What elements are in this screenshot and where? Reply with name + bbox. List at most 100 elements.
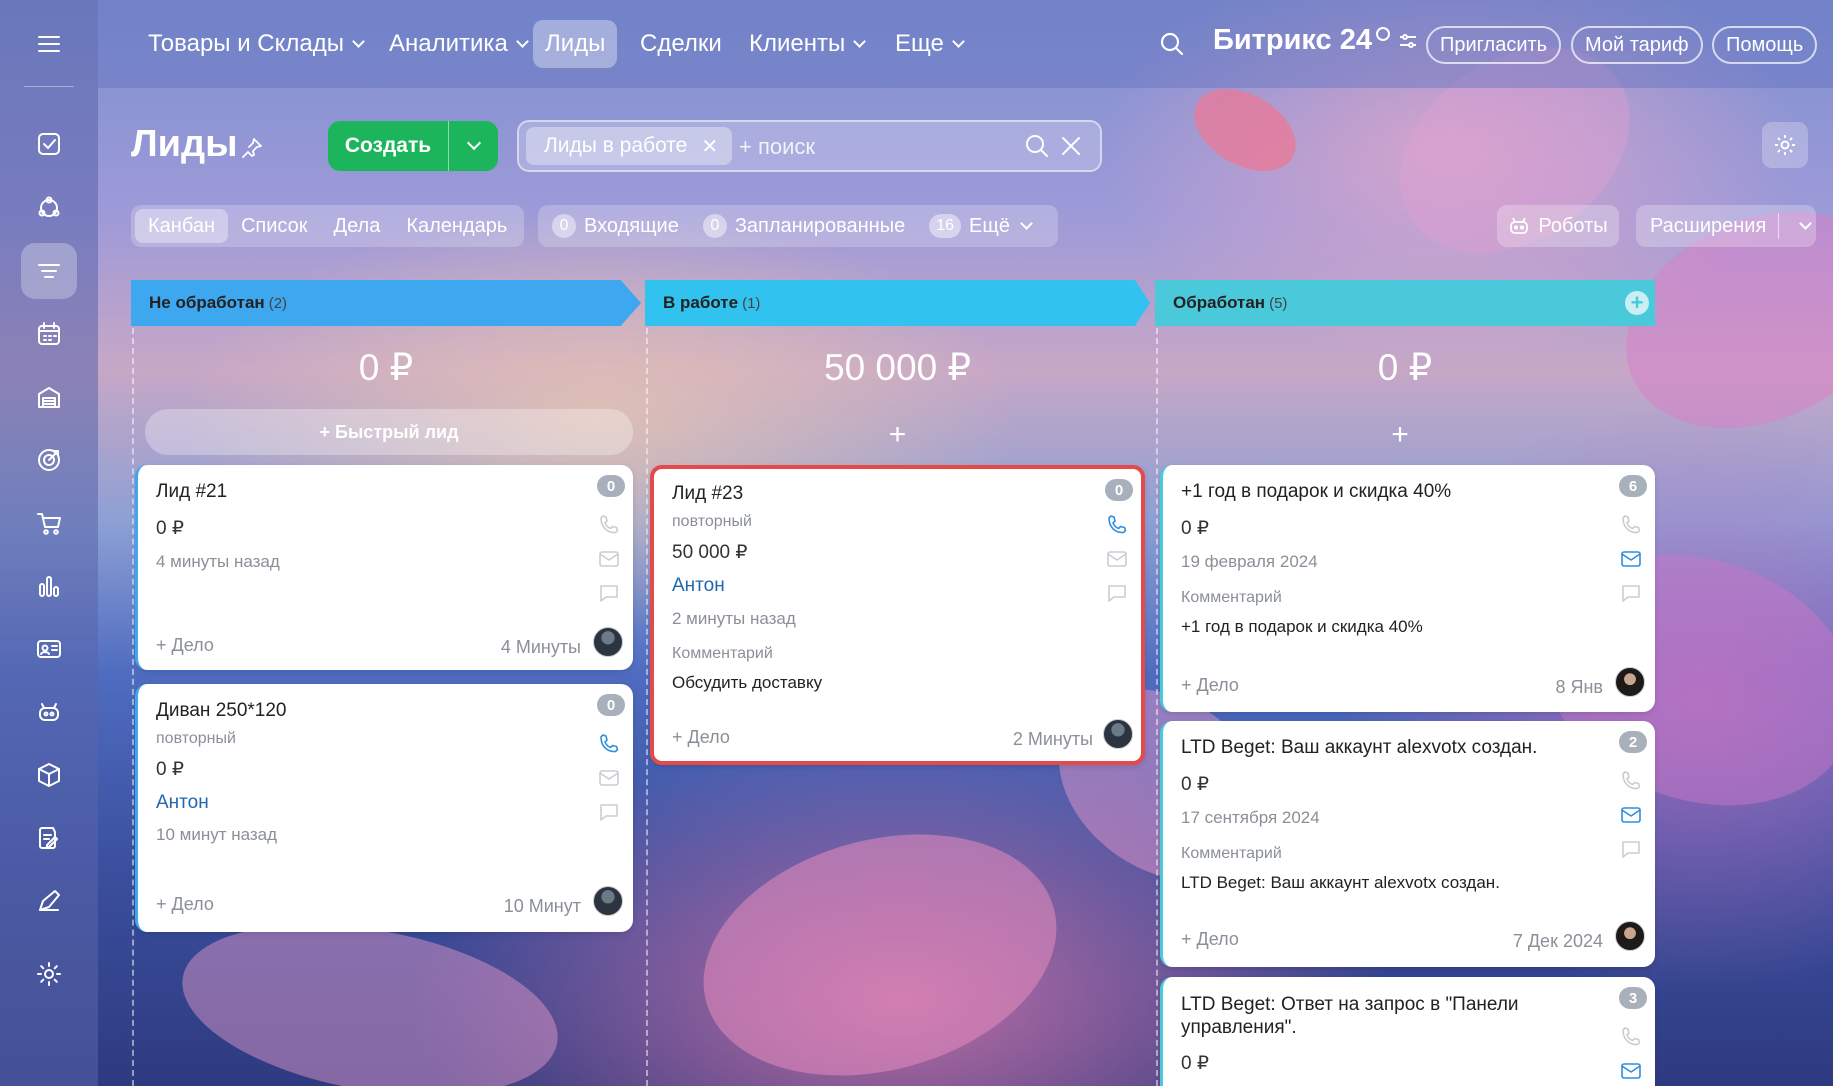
avatar[interactable]: [1615, 667, 1645, 697]
invite-button[interactable]: Пригласить: [1426, 26, 1562, 64]
add-activity-button[interactable]: + Дело: [1181, 675, 1239, 696]
lead-card-beget-request[interactable]: LTD Beget: Ответ на запрос в "Панели упра…: [1160, 977, 1655, 1086]
menu-icon[interactable]: [21, 16, 77, 72]
quick-lead-button[interactable]: + Быстрый лид: [145, 409, 633, 455]
add-lead-in-work-button[interactable]: +: [645, 418, 1150, 452]
filter-search-bar[interactable]: Лиды в работе ✕ + поиск: [517, 120, 1102, 172]
filter-chip-leads-in-work[interactable]: Лиды в работе ✕: [526, 127, 733, 165]
help-button[interactable]: Помощь: [1712, 26, 1818, 64]
add-activity-button[interactable]: + Дело: [672, 727, 730, 748]
search-icon[interactable]: [1159, 31, 1185, 62]
crm-icon[interactable]: [21, 180, 77, 236]
funnel-icon[interactable]: [21, 243, 77, 299]
card-responsible-person[interactable]: Антон: [156, 792, 209, 814]
chat-icon[interactable]: [1105, 581, 1129, 605]
chevron-down-icon[interactable]: [1799, 217, 1813, 230]
search-icon[interactable]: [1024, 133, 1050, 159]
nav-deals[interactable]: Сделки: [628, 20, 734, 68]
avatar[interactable]: [593, 627, 623, 657]
document-sign-icon[interactable]: [21, 810, 77, 866]
card-title[interactable]: LTD Beget: Ответ на запрос в "Панели упра…: [1181, 993, 1519, 1039]
robots-button[interactable]: Роботы: [1497, 205, 1619, 247]
add-activity-button[interactable]: + Дело: [1181, 929, 1239, 950]
settings-gear-icon[interactable]: [1762, 122, 1808, 168]
card-counter-badge: 0: [1105, 479, 1133, 501]
card-title[interactable]: Лид #23: [672, 483, 743, 505]
warehouse-icon[interactable]: [21, 369, 77, 425]
email-icon[interactable]: [597, 547, 621, 571]
my-tariff-button[interactable]: Мой тариф: [1571, 26, 1703, 64]
nav-analytics[interactable]: Аналитика: [377, 20, 539, 68]
phone-icon[interactable]: [1619, 769, 1643, 793]
contact-card-icon[interactable]: [21, 621, 77, 677]
phone-icon[interactable]: [1619, 513, 1643, 537]
card-comment: +1 год в подарок и скидка 40%: [1181, 617, 1423, 636]
nav-more[interactable]: Еще: [883, 20, 975, 68]
email-icon[interactable]: [1619, 1059, 1643, 1083]
email-icon[interactable]: [1619, 547, 1643, 571]
add-activity-button[interactable]: + Дело: [156, 894, 214, 915]
extensions-button[interactable]: Расширения: [1636, 205, 1816, 247]
lead-card-beget-account[interactable]: LTD Beget: Ваш аккаунт alexvotx создан. …: [1160, 721, 1655, 967]
remove-filter-icon[interactable]: ✕: [701, 134, 718, 159]
bitrix24-logo[interactable]: Битрикс 24: [1213, 24, 1418, 57]
card-counter-badge: 3: [1619, 987, 1647, 1009]
cart-icon[interactable]: [21, 495, 77, 551]
phone-icon[interactable]: [1105, 513, 1129, 537]
chat-icon[interactable]: [1619, 581, 1643, 605]
pin-icon[interactable]: [240, 136, 264, 165]
box-icon[interactable]: [21, 747, 77, 803]
tab-kanban[interactable]: Канбан: [135, 209, 228, 243]
card-responsible-person[interactable]: Антон: [672, 575, 725, 597]
card-title[interactable]: Диван 250*120: [156, 700, 287, 722]
pen-icon[interactable]: [21, 873, 77, 929]
lead-card-23[interactable]: Лид #23 повторный 50 000 ₽ Антон 2 минут…: [650, 465, 1145, 765]
avatar[interactable]: [1615, 921, 1645, 951]
nav-leads[interactable]: Лиды: [533, 20, 618, 68]
card-counter-badge: 2: [1619, 731, 1647, 753]
tasks-icon[interactable]: [21, 116, 77, 172]
chat-icon[interactable]: [597, 800, 621, 824]
phone-icon[interactable]: [597, 732, 621, 756]
counter-incoming[interactable]: 0 Входящие: [552, 214, 679, 238]
create-button[interactable]: Создать: [328, 121, 498, 171]
lead-card-divan[interactable]: Диван 250*120 повторный 0 ₽ Антон 10 мин…: [135, 684, 633, 932]
card-title[interactable]: LTD Beget: Ваш аккаунт alexvotx создан.: [1181, 737, 1537, 759]
chat-icon[interactable]: [597, 581, 621, 605]
add-activity-button[interactable]: + Дело: [156, 635, 214, 656]
email-icon[interactable]: [1619, 803, 1643, 827]
tab-calendar[interactable]: Календарь: [393, 209, 520, 243]
lead-card-gift[interactable]: +1 год в подарок и скидка 40% 0 ₽ 19 фев…: [1160, 465, 1655, 712]
calendar-icon[interactable]: [21, 306, 77, 362]
robot-icon[interactable]: [21, 684, 77, 740]
clear-search-icon[interactable]: [1058, 133, 1084, 159]
tab-list[interactable]: Список: [228, 209, 321, 243]
chat-icon[interactable]: [1619, 837, 1643, 861]
nav-clients[interactable]: Клиенты: [737, 20, 876, 68]
phone-icon[interactable]: [597, 513, 621, 537]
settings-gear-icon[interactable]: [21, 946, 77, 1002]
card-title[interactable]: Лид #21: [156, 481, 227, 503]
analytics-icon[interactable]: [21, 558, 77, 614]
avatar[interactable]: [593, 886, 623, 916]
nav-goods-warehouses[interactable]: Товары и Склады: [136, 20, 375, 68]
card-title[interactable]: +1 год в подарок и скидка 40%: [1181, 481, 1451, 503]
add-lead-processed-button[interactable]: +: [1155, 418, 1645, 452]
phone-icon[interactable]: [1619, 1025, 1643, 1049]
add-column-plus-icon[interactable]: +: [1625, 290, 1649, 315]
column-header-in-work[interactable]: В работе (1): [645, 280, 1150, 326]
search-input[interactable]: + поиск: [739, 134, 815, 160]
email-icon[interactable]: [1105, 547, 1129, 571]
column-header-not-processed[interactable]: Не обработан (2): [131, 280, 641, 326]
clock-icon: [1376, 26, 1390, 41]
counter-planned[interactable]: 0 Запланированные: [702, 214, 905, 238]
column-header-processed[interactable]: Обработан (5) +: [1155, 280, 1655, 326]
counter-more[interactable]: 16 Ещё: [929, 214, 1033, 238]
target-icon[interactable]: [21, 432, 77, 488]
lead-card-21[interactable]: Лид #21 0 ₽ 4 минуты назад + Дело 4 Мину…: [135, 465, 633, 670]
create-dropdown-chevron-icon[interactable]: [449, 135, 498, 151]
avatar[interactable]: [1103, 719, 1133, 749]
email-icon[interactable]: [597, 766, 621, 790]
tab-activities[interactable]: Дела: [321, 209, 394, 243]
card-repeat-label: повторный: [156, 730, 236, 747]
